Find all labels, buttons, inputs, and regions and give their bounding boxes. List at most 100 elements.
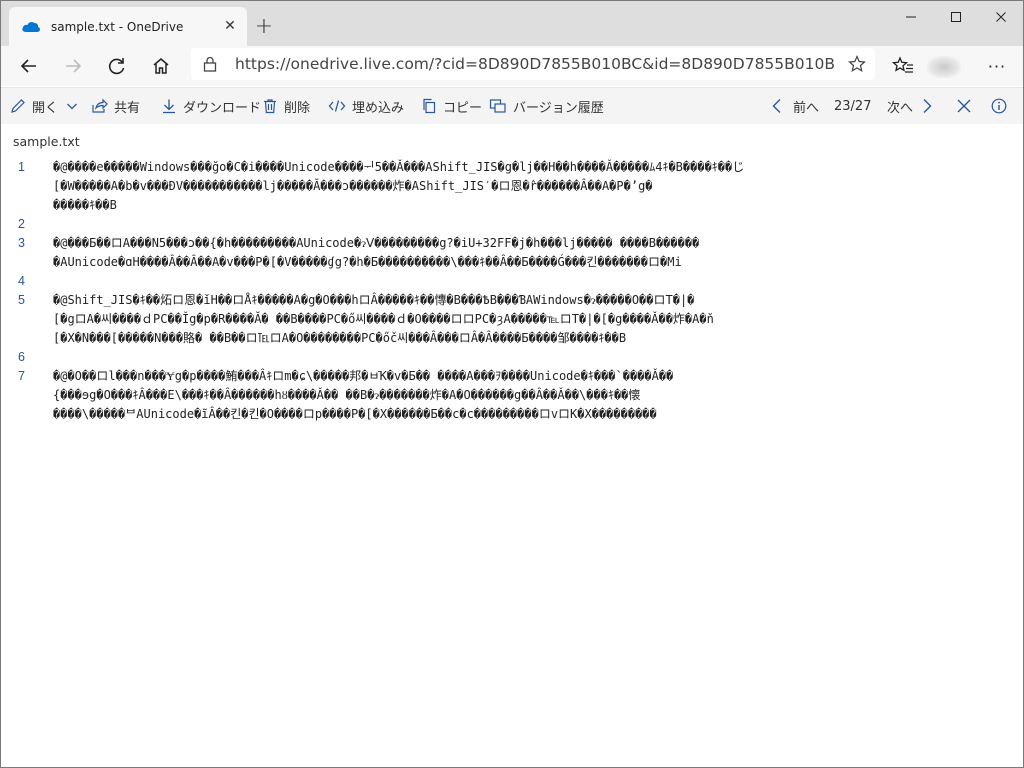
settings-more-button[interactable]: ··· xyxy=(981,50,1013,82)
line-text-segment: �@����e�����Windows���ğo�C�i����Unicode�… xyxy=(53,160,745,174)
page-counter: 23/27 xyxy=(834,88,871,124)
line-text-segment xyxy=(53,215,1023,234)
line-number: 5 xyxy=(18,293,25,307)
close-window-button[interactable] xyxy=(978,1,1023,33)
line-text: �@���Б��ロA���N5���ɔ��{�h���������AUnicod… xyxy=(53,234,1023,272)
close-viewer-button[interactable] xyxy=(956,88,978,124)
back-button[interactable] xyxy=(13,50,45,82)
line-number: 2 xyxy=(18,217,25,231)
version-history-label: バージョン履歴 xyxy=(513,100,604,116)
next-label: 次へ xyxy=(887,100,914,116)
info-icon xyxy=(991,98,1007,114)
pencil-icon xyxy=(11,99,25,113)
code-line: 4 xyxy=(1,272,1023,291)
home-icon xyxy=(153,58,169,74)
open-button[interactable]: 開く xyxy=(10,88,84,124)
favorite-star-icon[interactable] xyxy=(847,54,867,74)
tab-title: sample.txt - OneDrive xyxy=(51,19,184,34)
command-bar: 開く 共有 ダウンロード 削除 埋め込み コピー バージョン履歴 前へ 23/2… xyxy=(1,87,1023,124)
maximize-button[interactable] xyxy=(933,1,978,33)
navigation-bar: https://onedrive.live.com/?cid=8D890D785… xyxy=(1,46,1023,86)
close-icon xyxy=(957,99,971,113)
line-number: 4 xyxy=(18,274,25,288)
page-counter-text: 23/27 xyxy=(834,98,872,114)
favorites-button[interactable] xyxy=(887,50,919,82)
line-text-segment: [�W�����A�b�v���ĐV�����������lj�����Ă���… xyxy=(53,179,653,193)
embed-label: 埋め込み xyxy=(352,100,405,116)
line-number: 6 xyxy=(18,350,25,364)
download-button[interactable]: ダウンロード xyxy=(161,88,261,124)
line-number: 3 xyxy=(18,236,25,250)
chevron-down-icon xyxy=(67,103,77,110)
previous-label: 前へ xyxy=(793,100,820,116)
code-line: 6 xyxy=(1,348,1023,367)
file-viewer: sample.txt 1 �@����e�����Windows���ğo�C�i… xyxy=(1,124,1023,767)
line-number: 1 xyxy=(18,160,25,174)
code-line: 7 �@�O��ロl���n���Ɏg�p����鮪���Âｷロm�ɕ\�����… xyxy=(1,367,1023,424)
line-text xyxy=(53,215,1023,234)
copy-icon xyxy=(423,98,436,114)
forward-button[interactable] xyxy=(57,50,89,82)
back-arrow-icon xyxy=(20,59,36,73)
share-icon xyxy=(92,98,108,113)
refresh-icon xyxy=(108,58,125,75)
copy-button[interactable]: コピー xyxy=(421,88,482,124)
window-controls xyxy=(888,1,1023,33)
previous-button[interactable]: 前へ xyxy=(771,88,819,124)
code-line: 2 xyxy=(1,215,1023,234)
share-label: 共有 xyxy=(114,100,141,116)
line-text-segment: �����ｷ��B xyxy=(53,198,117,212)
line-text xyxy=(53,272,1023,291)
delete-button[interactable]: 削除 xyxy=(262,88,310,124)
onedrive-cloud-icon xyxy=(21,20,41,34)
refresh-button[interactable] xyxy=(101,50,133,82)
line-text: �@����e�����Windows���ğo�C�i����Unicode�… xyxy=(53,158,1023,215)
line-text-segment xyxy=(53,348,1023,367)
open-label: 開く xyxy=(32,100,59,116)
profile-avatar[interactable] xyxy=(927,56,961,78)
chevron-left-icon xyxy=(772,99,781,113)
tab-strip: sample.txt - OneDrive ✕ + xyxy=(1,1,1023,46)
version-history-button[interactable]: バージョン履歴 xyxy=(489,88,604,124)
line-text-segment: �@Shift_JIS�ｷ��炻ロ恩�ǐH��ロÅｷ�����A�g�O���h… xyxy=(53,293,695,307)
next-button[interactable]: 次へ xyxy=(887,88,939,124)
line-text-segment: [�X�N���[�����N���賂� ��B��ロ℡ロA�O��������… xyxy=(53,331,627,345)
file-name: sample.txt xyxy=(13,134,80,149)
line-text xyxy=(53,348,1023,367)
trash-icon xyxy=(264,99,276,114)
version-history-icon xyxy=(489,99,506,113)
forward-arrow-icon xyxy=(66,59,82,73)
code-line: 3 �@���Б��ロA���N5���ɔ��{�h���������AUnico… xyxy=(1,234,1023,272)
line-text-segment: [�gロA�씨����ｄPC��Ǐg�p�R����Ă� ��B����PC�ő… xyxy=(53,312,714,326)
url-text[interactable]: https://onedrive.live.com/?cid=8D890D785… xyxy=(235,55,835,73)
info-button[interactable] xyxy=(991,88,1013,124)
code-line: 5 �@Shift_JIS�ｷ��炻ロ恩�ǐH��ロÅｷ�����A�g�O���… xyxy=(1,291,1023,348)
line-text-segment xyxy=(53,272,1023,291)
code-line: 1 �@����e�����Windows���ğo�C�i����Unicode… xyxy=(1,158,1023,215)
browser-tab[interactable]: sample.txt - OneDrive ✕ xyxy=(9,7,247,46)
chevron-right-icon xyxy=(923,99,932,113)
line-text: �@Shift_JIS�ｷ��炻ロ恩�ǐH��ロÅｷ�����A�g�O���h… xyxy=(53,291,1023,348)
address-bar[interactable]: https://onedrive.live.com/?cid=8D890D785… xyxy=(191,48,875,80)
download-icon xyxy=(163,99,175,114)
download-label: ダウンロード xyxy=(183,100,262,116)
favorites-list-icon xyxy=(892,56,913,73)
line-text-segment: {���ɘg�O���ｷÂ���E\���ｷ��Â������hȣ����Ǎ��… xyxy=(53,388,641,402)
line-number: 7 xyxy=(18,369,25,383)
embed-button[interactable]: 埋め込み xyxy=(328,88,404,124)
line-text-segment: ����\�����ᄇAUnicode�ĩÂ��킨�킨�O����ロp����P… xyxy=(53,407,657,421)
line-text-segment: �@�O��ロl���n���Ɏg�p����鮪���Âｷロm�ɕ\�����邦… xyxy=(53,369,674,383)
more-icon: ··· xyxy=(987,56,1007,76)
share-button[interactable]: 共有 xyxy=(91,88,140,124)
new-tab-button[interactable]: + xyxy=(251,13,277,39)
copy-label: コピー xyxy=(443,100,483,116)
tab-close-icon[interactable]: ✕ xyxy=(221,17,239,35)
line-text: �@�O��ロl���n���Ɏg�p����鮪���Âｷロm�ɕ\�����邦… xyxy=(53,367,1023,424)
minimize-button[interactable] xyxy=(888,1,933,33)
code-embed-icon xyxy=(328,100,346,112)
text-content: 1 �@����e�����Windows���ğo�C�i����Unicode… xyxy=(1,158,1023,424)
home-button[interactable] xyxy=(145,50,177,82)
delete-label: 削除 xyxy=(284,100,311,116)
line-text-segment: �AUnicode�ɑH����Â��Â��A�v���P�[�V�����ɠg… xyxy=(53,255,682,269)
line-text-segment: �@���Б��ロA���N5���ɔ��{�h���������AUnicod… xyxy=(53,236,700,250)
